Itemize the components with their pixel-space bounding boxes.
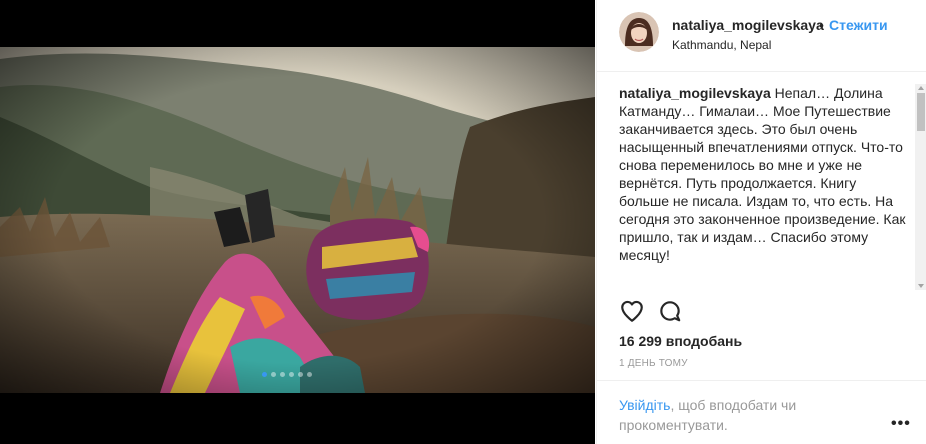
post-username[interactable]: nataliya_mogilevskaya bbox=[672, 17, 824, 33]
post-sidebar: nataliya_mogilevskaya • Стежити Kathmand… bbox=[596, 0, 926, 444]
mountain-valley-photo bbox=[0, 47, 595, 393]
heart-icon[interactable] bbox=[619, 298, 645, 324]
comment-footer: Увійдіть, щоб вподобати чи прокоментуват… bbox=[597, 380, 926, 444]
scroll-down-arrow-icon[interactable] bbox=[918, 284, 924, 288]
login-prompt: Увійдіть, щоб вподобати чи прокоментуват… bbox=[619, 395, 859, 435]
separator-dot: • bbox=[819, 17, 824, 33]
carousel-dot[interactable] bbox=[262, 372, 267, 377]
post-header: nataliya_mogilevskaya • Стежити Kathmand… bbox=[597, 0, 926, 72]
scroll-up-arrow-icon[interactable] bbox=[918, 86, 924, 90]
caption-text: Непал… Долина Катманду… Гималаи… Мое Пут… bbox=[619, 85, 906, 263]
post-photo[interactable] bbox=[0, 47, 595, 393]
carousel-dot[interactable] bbox=[307, 372, 312, 377]
post-media bbox=[0, 0, 595, 444]
likes-count[interactable]: 16 299 вподобань bbox=[619, 333, 742, 349]
carousel-dot[interactable] bbox=[289, 372, 294, 377]
comment-icon[interactable] bbox=[657, 298, 683, 324]
caption-scrollbar[interactable] bbox=[915, 84, 926, 290]
more-options-icon[interactable]: ••• bbox=[891, 415, 911, 433]
caption-username[interactable]: nataliya_mogilevskaya bbox=[619, 85, 771, 101]
carousel-dot[interactable] bbox=[280, 372, 285, 377]
follow-button[interactable]: Стежити bbox=[829, 17, 888, 33]
post-actions bbox=[619, 298, 915, 324]
carousel-dot[interactable] bbox=[298, 372, 303, 377]
avatar[interactable] bbox=[619, 12, 659, 52]
caption-area: nataliya_mogilevskaya Непал… Долина Катм… bbox=[619, 84, 909, 290]
location-link[interactable]: Kathmandu, Nepal bbox=[672, 38, 771, 52]
post-timestamp[interactable]: 1 ДЕНЬ ТОМУ bbox=[619, 358, 688, 369]
login-link[interactable]: Увійдіть bbox=[619, 397, 670, 413]
carousel-dots bbox=[262, 372, 312, 377]
scroll-thumb[interactable] bbox=[917, 93, 925, 131]
carousel-dot[interactable] bbox=[271, 372, 276, 377]
caption: nataliya_mogilevskaya Непал… Долина Катм… bbox=[619, 84, 909, 264]
